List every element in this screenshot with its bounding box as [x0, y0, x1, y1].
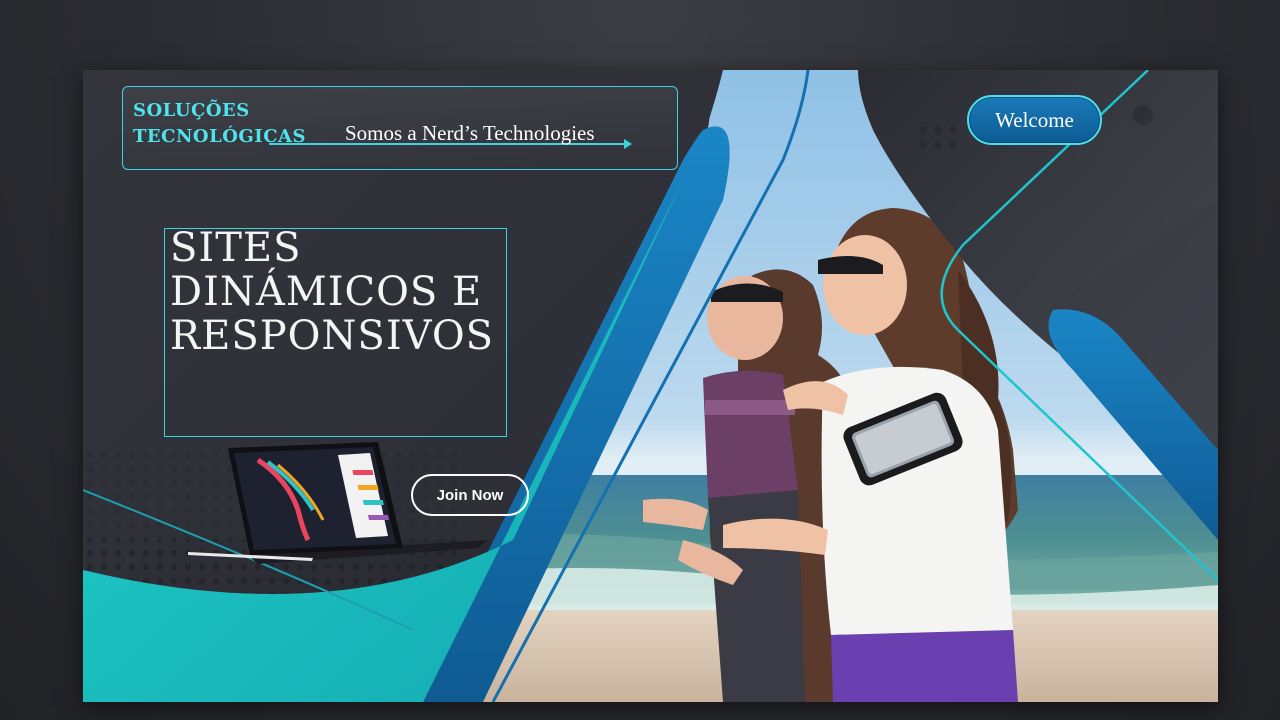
join-now-button[interactable]: Join Now — [411, 474, 529, 516]
brand-title-line2: TECNOLÓGICAS — [133, 126, 306, 147]
brand-title-line1: SOLUÇÕES — [133, 100, 250, 121]
brand-tagline: Somos a Nerd’s Technologies — [345, 121, 595, 145]
hero-slide: SOLUÇÕES TECNOLÓGICAS Somos a Nerd’s Tec… — [83, 70, 1218, 702]
welcome-button[interactable]: Welcome — [967, 95, 1102, 145]
hero-headline: SITES DINÁMICOS E RESPONSIVOS — [170, 225, 495, 359]
